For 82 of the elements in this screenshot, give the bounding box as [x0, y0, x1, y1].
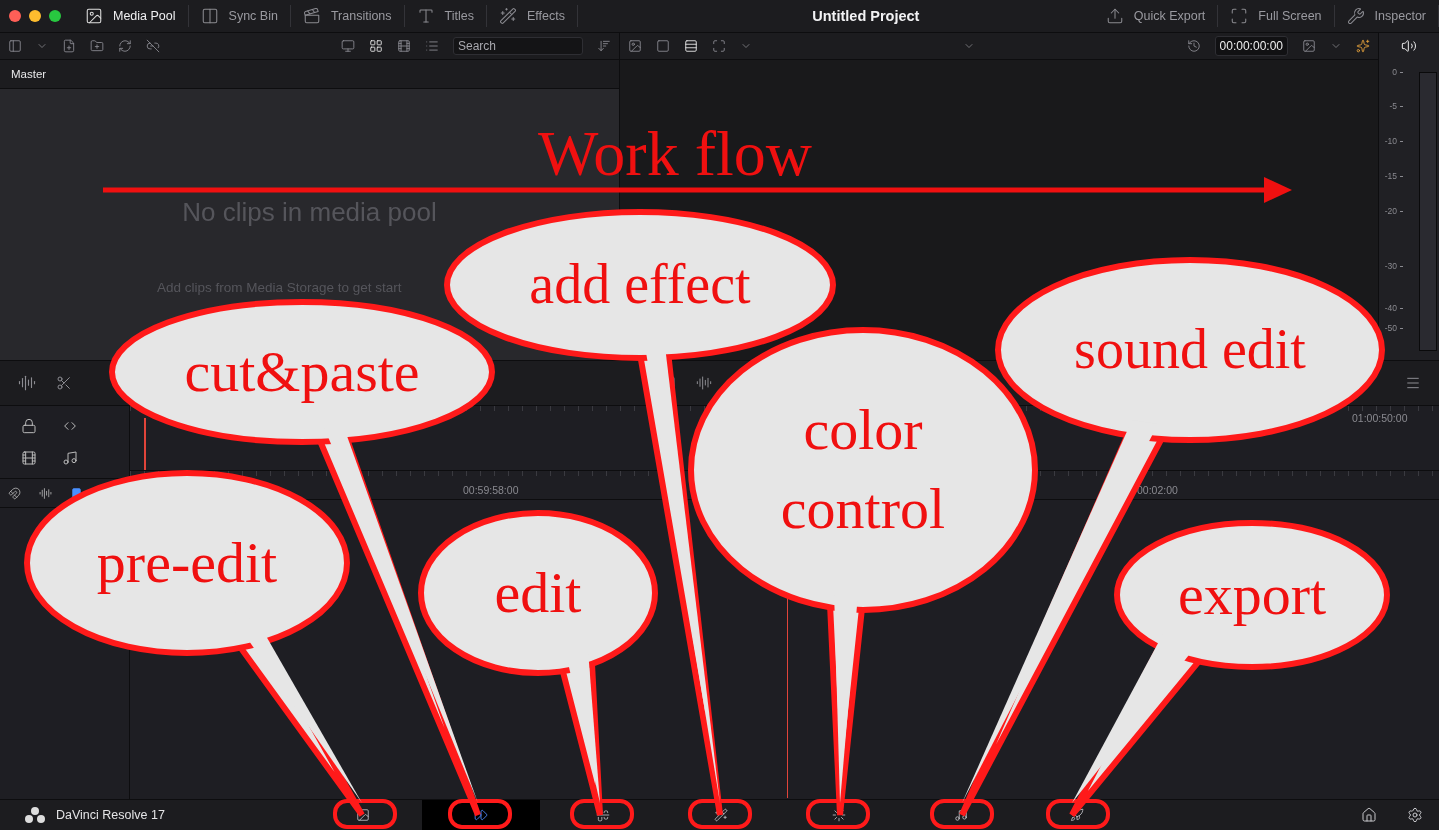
- upload-icon: [1105, 7, 1124, 25]
- grid-view-icon[interactable]: [369, 39, 383, 53]
- sparkle-icon[interactable]: [1356, 39, 1370, 53]
- timeline-icon: [596, 808, 610, 822]
- annotation-title: Work flow: [538, 118, 812, 189]
- ruler-timecode: 01:00:50:00: [1352, 412, 1408, 424]
- bubble-label: edit: [494, 559, 582, 625]
- toolbar-tab[interactable]: Transitions: [290, 5, 405, 27]
- highlight-ring: [448, 799, 512, 829]
- music-note-icon[interactable]: [62, 450, 79, 466]
- search-field[interactable]: Search: [453, 37, 583, 55]
- magic-wand-icon: [714, 808, 728, 822]
- fullscreen-icon: [1230, 7, 1249, 25]
- split-panel-icon: [200, 7, 219, 25]
- image-icon: [85, 7, 103, 25]
- close-button[interactable]: [9, 10, 21, 22]
- clock-icon[interactable]: [1186, 39, 1201, 53]
- highlight-ring: [333, 799, 397, 829]
- toolbar-button[interactable]: Inspector: [1334, 5, 1439, 27]
- meter-scale-label: -40: [1384, 303, 1403, 313]
- speaker-icon[interactable]: [1401, 38, 1417, 54]
- home-icon[interactable]: [1361, 807, 1377, 823]
- sync-icon[interactable]: [118, 39, 132, 53]
- list-view-icon[interactable]: [425, 39, 439, 53]
- rocket-icon: [1070, 808, 1084, 822]
- file-plus-icon[interactable]: [62, 39, 76, 53]
- bubble-label: export: [1177, 561, 1327, 627]
- image-icon[interactable]: [628, 39, 642, 53]
- lock-icon[interactable]: [20, 418, 37, 434]
- meter-scale-label: -30: [1384, 261, 1403, 271]
- bubble-label: cut&paste: [184, 338, 420, 404]
- image-icon: [356, 808, 370, 822]
- layout-icon[interactable]: [684, 39, 698, 53]
- bubble-label: color control: [780, 397, 946, 541]
- bubble-label: pre-edit: [96, 529, 278, 595]
- clip-icon[interactable]: [20, 450, 37, 466]
- image-icon[interactable]: [1302, 39, 1316, 53]
- toolbar-tab[interactable]: Sync Bin: [188, 5, 291, 27]
- music-note-icon: [954, 808, 968, 822]
- filmstrip-view-icon[interactable]: [397, 39, 411, 53]
- text-icon: [416, 7, 435, 25]
- logo-icon: [24, 806, 46, 824]
- scissors-icon[interactable]: [56, 375, 72, 391]
- folder-plus-icon[interactable]: [90, 39, 104, 53]
- highlight-ring: [806, 799, 870, 829]
- settings-icon[interactable]: [1407, 807, 1423, 823]
- transition-icon: [302, 7, 321, 25]
- waveform-icon[interactable]: [695, 375, 712, 391]
- magic-wand-icon: [498, 7, 517, 25]
- fullscreen-icon[interactable]: [712, 39, 726, 53]
- bubble-label: add effect: [529, 252, 751, 315]
- waveform-icon[interactable]: [39, 486, 52, 500]
- highlight-ring: [930, 799, 994, 829]
- meter-scale-label: -10: [1384, 136, 1403, 146]
- sidebar-icon[interactable]: [8, 39, 22, 53]
- toolbar-tab[interactable]: Titles: [404, 5, 487, 27]
- timecode: 00:00:00:00: [1214, 36, 1288, 56]
- meter-scale-label: -20: [1384, 206, 1403, 216]
- bubble-label: sound edit: [1074, 317, 1306, 380]
- app-name: DaVinci Resolve 17: [56, 808, 165, 822]
- unlink-icon[interactable]: [146, 39, 160, 53]
- meter-scale-label: -50: [1384, 323, 1403, 333]
- window-title: Untitled Project: [811, 8, 921, 24]
- highlight-ring: [688, 799, 752, 829]
- frame-icon[interactable]: [656, 39, 670, 53]
- meter-scale-label: 0: [1392, 67, 1403, 77]
- sort-icon[interactable]: [597, 39, 611, 53]
- ruler-timecode: 00:02:00: [1137, 484, 1178, 496]
- toolbar-button[interactable]: Quick Export: [1093, 5, 1219, 27]
- toolbar-tab[interactable]: Media Pool: [73, 5, 189, 27]
- highlight-ring: [570, 799, 634, 829]
- menu-icon[interactable]: [1405, 375, 1421, 391]
- highlight-ring: [1046, 799, 1110, 829]
- minimize-button[interactable]: [29, 10, 41, 22]
- zoom-button[interactable]: [49, 10, 61, 22]
- ruler-timecode: 00:59:58:00: [463, 484, 519, 496]
- magnet-icon[interactable]: [8, 486, 21, 500]
- meter-scale-label: -5: [1389, 101, 1403, 111]
- wrench-icon: [1346, 7, 1365, 25]
- toolbar-button[interactable]: Full Screen: [1218, 5, 1335, 27]
- toolbar-tab[interactable]: Effects: [486, 5, 578, 27]
- meter-scale-label: -15: [1384, 171, 1403, 181]
